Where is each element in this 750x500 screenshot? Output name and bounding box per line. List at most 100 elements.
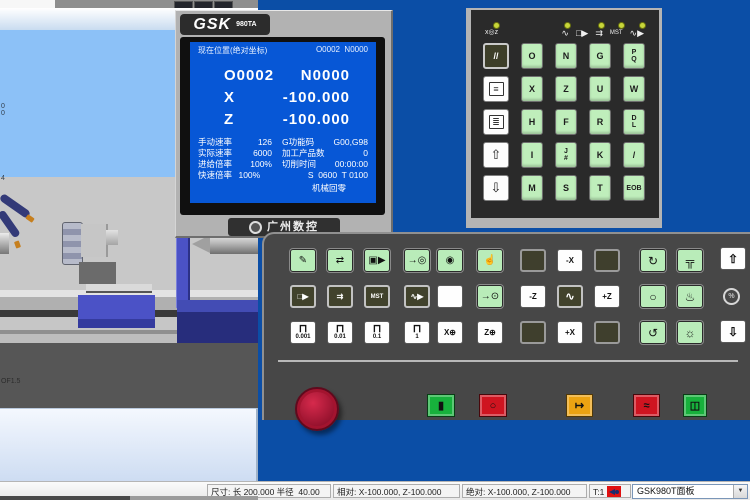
key-F[interactable]: F [555, 109, 577, 135]
page-note-key[interactable]: ≣ [483, 109, 509, 135]
mst-lock-key[interactable]: MST [364, 285, 390, 308]
program-page-key[interactable]: ≡ [483, 76, 509, 102]
blank-key[interactable] [594, 321, 620, 344]
x-axis-value: -100.000 [283, 87, 350, 109]
step-1-key[interactable]: ⊓1 [404, 321, 430, 344]
step-label: 0.001 [295, 334, 310, 340]
tool-change-button[interactable]: ◫ [683, 394, 707, 417]
status-value: S 0600 T 0100 [308, 170, 368, 181]
blank-key[interactable] [520, 321, 546, 344]
step-label: 1 [415, 334, 418, 340]
z-axis-select-key[interactable]: Z⊕ [477, 321, 503, 344]
tool-icon [607, 486, 621, 497]
key-G[interactable]: G [589, 43, 611, 69]
emergency-stop-button[interactable] [295, 387, 339, 431]
chuck-key[interactable]: ☼ [677, 321, 703, 344]
auto-mode-key[interactable]: ⇄ [327, 249, 353, 272]
block-skip-key[interactable]: ⇉ [327, 285, 353, 308]
key-N[interactable]: N [555, 43, 577, 69]
key-M[interactable]: M [521, 175, 543, 201]
key-T[interactable]: T [589, 175, 611, 201]
screen-title: 现在位置(绝对坐标) [198, 45, 267, 56]
program-protect-button[interactable]: ≈ [633, 394, 660, 417]
x-axis-select-key[interactable]: X⊕ [437, 321, 463, 344]
step-label: 0.1 [373, 334, 381, 340]
program-zero-key[interactable]: →⊙ [477, 285, 503, 308]
spindle-stop-key[interactable]: ○ [640, 285, 666, 308]
key-W[interactable]: W [623, 76, 645, 102]
turret-disc [62, 222, 83, 265]
z-minus-key[interactable]: -Z [520, 285, 546, 308]
key-J-hash[interactable]: J# [555, 142, 577, 168]
z-plus-key[interactable]: +Z [594, 285, 620, 308]
keypad-face: x◎z ∿ □▶ ⇉ MST ∿▶ // O N G PQ ≡ X Z U W … [471, 10, 659, 218]
pulse-icon: ⊓ [299, 325, 308, 334]
key-S[interactable]: S [555, 175, 577, 201]
status-label: 手动速率 [198, 137, 236, 148]
key-P-Q[interactable]: PQ [623, 43, 645, 69]
spindle-ccw-key[interactable]: ↺ [640, 321, 666, 344]
key-H[interactable]: H [521, 109, 543, 135]
panel-select-dropdown[interactable]: GSK980T面板 ▼ [632, 484, 748, 499]
model-text: 980TA [236, 21, 257, 28]
cursor-up-key[interactable]: ⇧ [483, 142, 509, 168]
dropdown-arrow-icon[interactable]: ▼ [733, 485, 747, 498]
status-value: 100% [236, 159, 272, 170]
step-0001-key[interactable]: ⊓0.001 [290, 321, 316, 344]
key-U[interactable]: U [589, 76, 611, 102]
handwheel-mode-key[interactable]: ◉ [437, 249, 463, 272]
key-sub-legend: Q [631, 56, 636, 63]
single-block-key[interactable]: □▶ [290, 285, 316, 308]
rapid-override-down-key[interactable]: ⇩ [720, 320, 746, 343]
spindle-stub [0, 233, 9, 254]
gsk-logo: GSK980TA [180, 14, 270, 35]
cursor-down-key[interactable]: ⇩ [483, 175, 509, 201]
lubricant-key[interactable]: ♨ [677, 285, 703, 308]
panel-select-value: GSK980T面板 [637, 486, 695, 496]
blank-key[interactable] [437, 285, 463, 308]
viewport-label: 0 [1, 110, 5, 117]
z-axis-value: -100.000 [283, 109, 350, 131]
spindle-cw-key[interactable]: ↻ [640, 249, 666, 272]
machine-zero-mode-key[interactable]: →◎ [404, 249, 430, 272]
document-icon: ≡ [489, 82, 504, 96]
key-R[interactable]: R [589, 109, 611, 135]
key-sub-legend: # [564, 155, 568, 162]
key-D-L[interactable]: DL [623, 109, 645, 135]
status-value: 126 [236, 137, 272, 148]
blank-key[interactable] [520, 249, 546, 272]
status-value: 6000 [236, 148, 272, 159]
key-EOB[interactable]: EOB [623, 175, 645, 201]
step-01-key[interactable]: ⊓0.1 [364, 321, 390, 344]
key-Z[interactable]: Z [555, 76, 577, 102]
key-O[interactable]: O [521, 43, 543, 69]
led-icon [564, 22, 571, 29]
jog-mode-key[interactable]: ☝ [477, 249, 503, 272]
cycle-start-button[interactable]: ▮ [427, 394, 455, 417]
single-block-indicator: □▶ [576, 22, 588, 38]
double-slash-key[interactable]: // [483, 43, 509, 69]
relative-position-field: 相对: X-100.000, Z-100.000 [333, 484, 460, 498]
cnc-simulator-app: 0 0 4 OF1.5 GSK980TA 现在位置(绝对坐标) O0002 N0… [0, 0, 750, 500]
feed-override-dial[interactable]: % [723, 288, 740, 305]
dry-run-key[interactable]: ∿▶ [404, 285, 430, 308]
x-plus-key[interactable]: +X [557, 321, 583, 344]
blank-key[interactable] [594, 249, 620, 272]
step-001-key[interactable]: ⊓0.01 [327, 321, 353, 344]
mst-lock-indicator: MST [610, 22, 623, 38]
tailstock-button[interactable]: ↦ [566, 394, 593, 417]
key-I[interactable]: I [521, 142, 543, 168]
x-minus-key[interactable]: -X [557, 249, 583, 272]
mdi-mode-key[interactable]: ▣▶ [364, 249, 390, 272]
rapid-override-up-key[interactable]: ⇧ [720, 247, 746, 270]
rapid-traverse-key[interactable]: ∿ [557, 285, 583, 308]
program-number: O0002 [224, 65, 274, 87]
cutting-tool [106, 230, 118, 245]
key-X[interactable]: X [521, 76, 543, 102]
taskbar-edge [130, 496, 258, 500]
key-K[interactable]: K [589, 142, 611, 168]
coolant-key[interactable]: ╦ [677, 249, 703, 272]
feed-hold-button[interactable]: ○ [479, 394, 507, 417]
key-slash[interactable]: / [623, 142, 645, 168]
edit-mode-key[interactable]: ✎ [290, 249, 316, 272]
